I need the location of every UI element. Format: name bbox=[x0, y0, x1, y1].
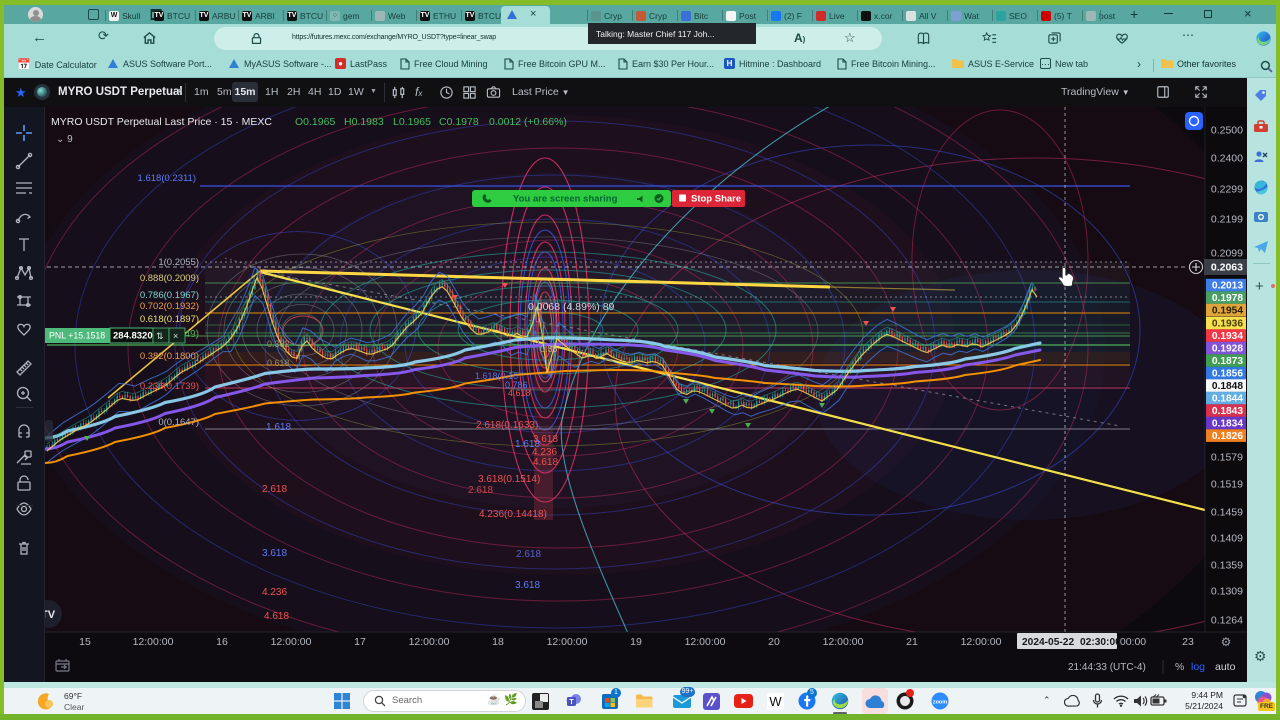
svg-text:0.1459: 0.1459 bbox=[1211, 507, 1243, 519]
svg-text:0.618: 0.618 bbox=[267, 358, 290, 368]
svg-text:T: T bbox=[569, 699, 574, 706]
svg-text:4.618: 4.618 bbox=[533, 457, 558, 468]
svg-text:0.2099: 0.2099 bbox=[1211, 248, 1243, 260]
svg-text:12:00:00: 12:00:00 bbox=[685, 636, 726, 648]
svg-text:0.1936: 0.1936 bbox=[1212, 319, 1243, 330]
svg-text:3.618: 3.618 bbox=[515, 580, 540, 591]
svg-text:0.1848: 0.1848 bbox=[1212, 381, 1243, 392]
svg-text:0.1264: 0.1264 bbox=[1211, 615, 1243, 627]
svg-text:H0.1983: H0.1983 bbox=[344, 116, 384, 128]
svg-text:21:44:33 (UTC-4): 21:44:33 (UTC-4) bbox=[1068, 662, 1146, 673]
svg-text:W: W bbox=[769, 694, 782, 709]
svg-text:2024-05-22: 2024-05-22 bbox=[1022, 637, 1074, 648]
svg-text:0.0068 (4.89%) 89: 0.0068 (4.89%) 89 bbox=[528, 301, 615, 313]
svg-text:0.2199: 0.2199 bbox=[1211, 214, 1243, 226]
svg-text:2.618: 2.618 bbox=[262, 484, 287, 495]
svg-text:2.618(0.1633): 2.618(0.1633) bbox=[476, 420, 538, 431]
svg-text:17: 17 bbox=[354, 636, 366, 648]
svg-text:MYRO USDT Perpetual Last Price: MYRO USDT Perpetual Last Price · 15 · ME… bbox=[51, 116, 272, 128]
svg-text:auto: auto bbox=[1215, 661, 1236, 673]
svg-text:23: 23 bbox=[1182, 636, 1194, 648]
svg-text:0.1359: 0.1359 bbox=[1211, 560, 1243, 572]
svg-text:0.1409: 0.1409 bbox=[1211, 533, 1243, 545]
svg-text:0.1309: 0.1309 bbox=[1211, 586, 1243, 598]
svg-text:0.618(0.1897): 0.618(0.1897) bbox=[140, 314, 199, 325]
svg-text:00:00: 00:00 bbox=[1120, 636, 1146, 648]
svg-text:0.786(0.1967): 0.786(0.1967) bbox=[140, 290, 199, 301]
svg-text:0.0012 (+0.66%): 0.0012 (+0.66%) bbox=[489, 116, 567, 128]
svg-text:%: % bbox=[1175, 661, 1184, 673]
svg-text:0.2500: 0.2500 bbox=[1211, 125, 1243, 137]
svg-text:PNL +15.1518: PNL +15.1518 bbox=[49, 331, 105, 341]
svg-text:0.2063: 0.2063 bbox=[1211, 262, 1243, 274]
svg-text:4.236(0.14418): 4.236(0.14418) bbox=[479, 509, 547, 520]
svg-text:1.618: 1.618 bbox=[266, 422, 291, 433]
svg-text:1(0.2055): 1(0.2055) bbox=[158, 257, 199, 268]
svg-text:0.1978: 0.1978 bbox=[1212, 293, 1243, 304]
svg-text:0.702(0.1932): 0.702(0.1932) bbox=[140, 301, 199, 312]
svg-text:19: 19 bbox=[630, 636, 642, 648]
svg-text:02:30:00: 02:30:00 bbox=[1080, 637, 1121, 648]
svg-text:0.1843: 0.1843 bbox=[1212, 406, 1243, 417]
svg-text:3.618: 3.618 bbox=[262, 548, 287, 559]
svg-text:4.618: 4.618 bbox=[508, 388, 531, 398]
svg-text:12:00:00: 12:00:00 bbox=[823, 636, 864, 648]
svg-text:21: 21 bbox=[906, 636, 918, 648]
svg-text:You are screen sharing: You are screen sharing bbox=[513, 194, 618, 205]
svg-text:⚙: ⚙ bbox=[1221, 635, 1232, 649]
svg-text:284.8320: 284.8320 bbox=[113, 331, 153, 342]
svg-text:12:00:00: 12:00:00 bbox=[133, 636, 174, 648]
svg-text:16: 16 bbox=[216, 636, 228, 648]
svg-text:⇅: ⇅ bbox=[156, 331, 164, 341]
svg-text:L0.1965: L0.1965 bbox=[393, 116, 431, 128]
svg-text:49): 49) bbox=[185, 329, 199, 340]
svg-text:⌄ 9: ⌄ 9 bbox=[56, 134, 73, 145]
svg-text:4.618: 4.618 bbox=[264, 611, 289, 622]
svg-text:1.618(0.2311): 1.618(0.2311) bbox=[138, 173, 196, 184]
svg-text:O0.1965: O0.1965 bbox=[295, 116, 335, 128]
svg-text:2.618: 2.618 bbox=[468, 485, 493, 496]
svg-text:0.236(0.1739): 0.236(0.1739) bbox=[140, 381, 199, 392]
svg-text:2.618: 2.618 bbox=[516, 549, 541, 560]
svg-text:3.618: 3.618 bbox=[533, 434, 558, 445]
svg-text:0.2400: 0.2400 bbox=[1211, 153, 1243, 165]
svg-text:0.2299: 0.2299 bbox=[1211, 184, 1243, 196]
svg-text:4.236: 4.236 bbox=[262, 587, 287, 598]
svg-text:20: 20 bbox=[768, 636, 780, 648]
svg-text:×: × bbox=[173, 331, 178, 341]
svg-text:0.2013: 0.2013 bbox=[1212, 281, 1243, 292]
svg-text:12:00:00: 12:00:00 bbox=[409, 636, 450, 648]
svg-text:0.1844: 0.1844 bbox=[1212, 394, 1243, 405]
svg-text:0(0.1647): 0(0.1647) bbox=[158, 417, 199, 428]
svg-text:12:00:00: 12:00:00 bbox=[961, 636, 1002, 648]
svg-text:0.1873: 0.1873 bbox=[1212, 356, 1243, 367]
svg-text:0.888(0.2009): 0.888(0.2009) bbox=[140, 273, 199, 284]
svg-text:3.618(0.1514): 3.618(0.1514) bbox=[478, 474, 540, 485]
svg-text:0.382: 0.382 bbox=[267, 339, 290, 349]
svg-text:0.1934: 0.1934 bbox=[1212, 331, 1243, 342]
svg-text:0.1579: 0.1579 bbox=[1211, 452, 1243, 464]
svg-text:0.1834: 0.1834 bbox=[1212, 419, 1243, 430]
svg-text:0.1826: 0.1826 bbox=[1212, 431, 1243, 442]
svg-text:zoom: zoom bbox=[933, 700, 947, 706]
svg-text:15: 15 bbox=[79, 636, 91, 648]
svg-text:TV: TV bbox=[45, 609, 56, 621]
svg-text:log: log bbox=[1191, 661, 1205, 673]
svg-text:12:00:00: 12:00:00 bbox=[271, 636, 312, 648]
svg-text:18: 18 bbox=[492, 636, 504, 648]
svg-text:0.1519: 0.1519 bbox=[1211, 479, 1243, 491]
svg-text:0.1928: 0.1928 bbox=[1212, 344, 1243, 355]
svg-text:Stop Share: Stop Share bbox=[691, 194, 741, 205]
svg-text:12:00:00: 12:00:00 bbox=[547, 636, 588, 648]
svg-text:C0.1978: C0.1978 bbox=[439, 116, 479, 128]
svg-text:0.1954: 0.1954 bbox=[1212, 306, 1243, 317]
svg-text:0.1856: 0.1856 bbox=[1212, 369, 1243, 380]
svg-text:0.88: 0.88 bbox=[540, 344, 558, 354]
svg-text:0.382(0.1800): 0.382(0.1800) bbox=[140, 351, 199, 362]
